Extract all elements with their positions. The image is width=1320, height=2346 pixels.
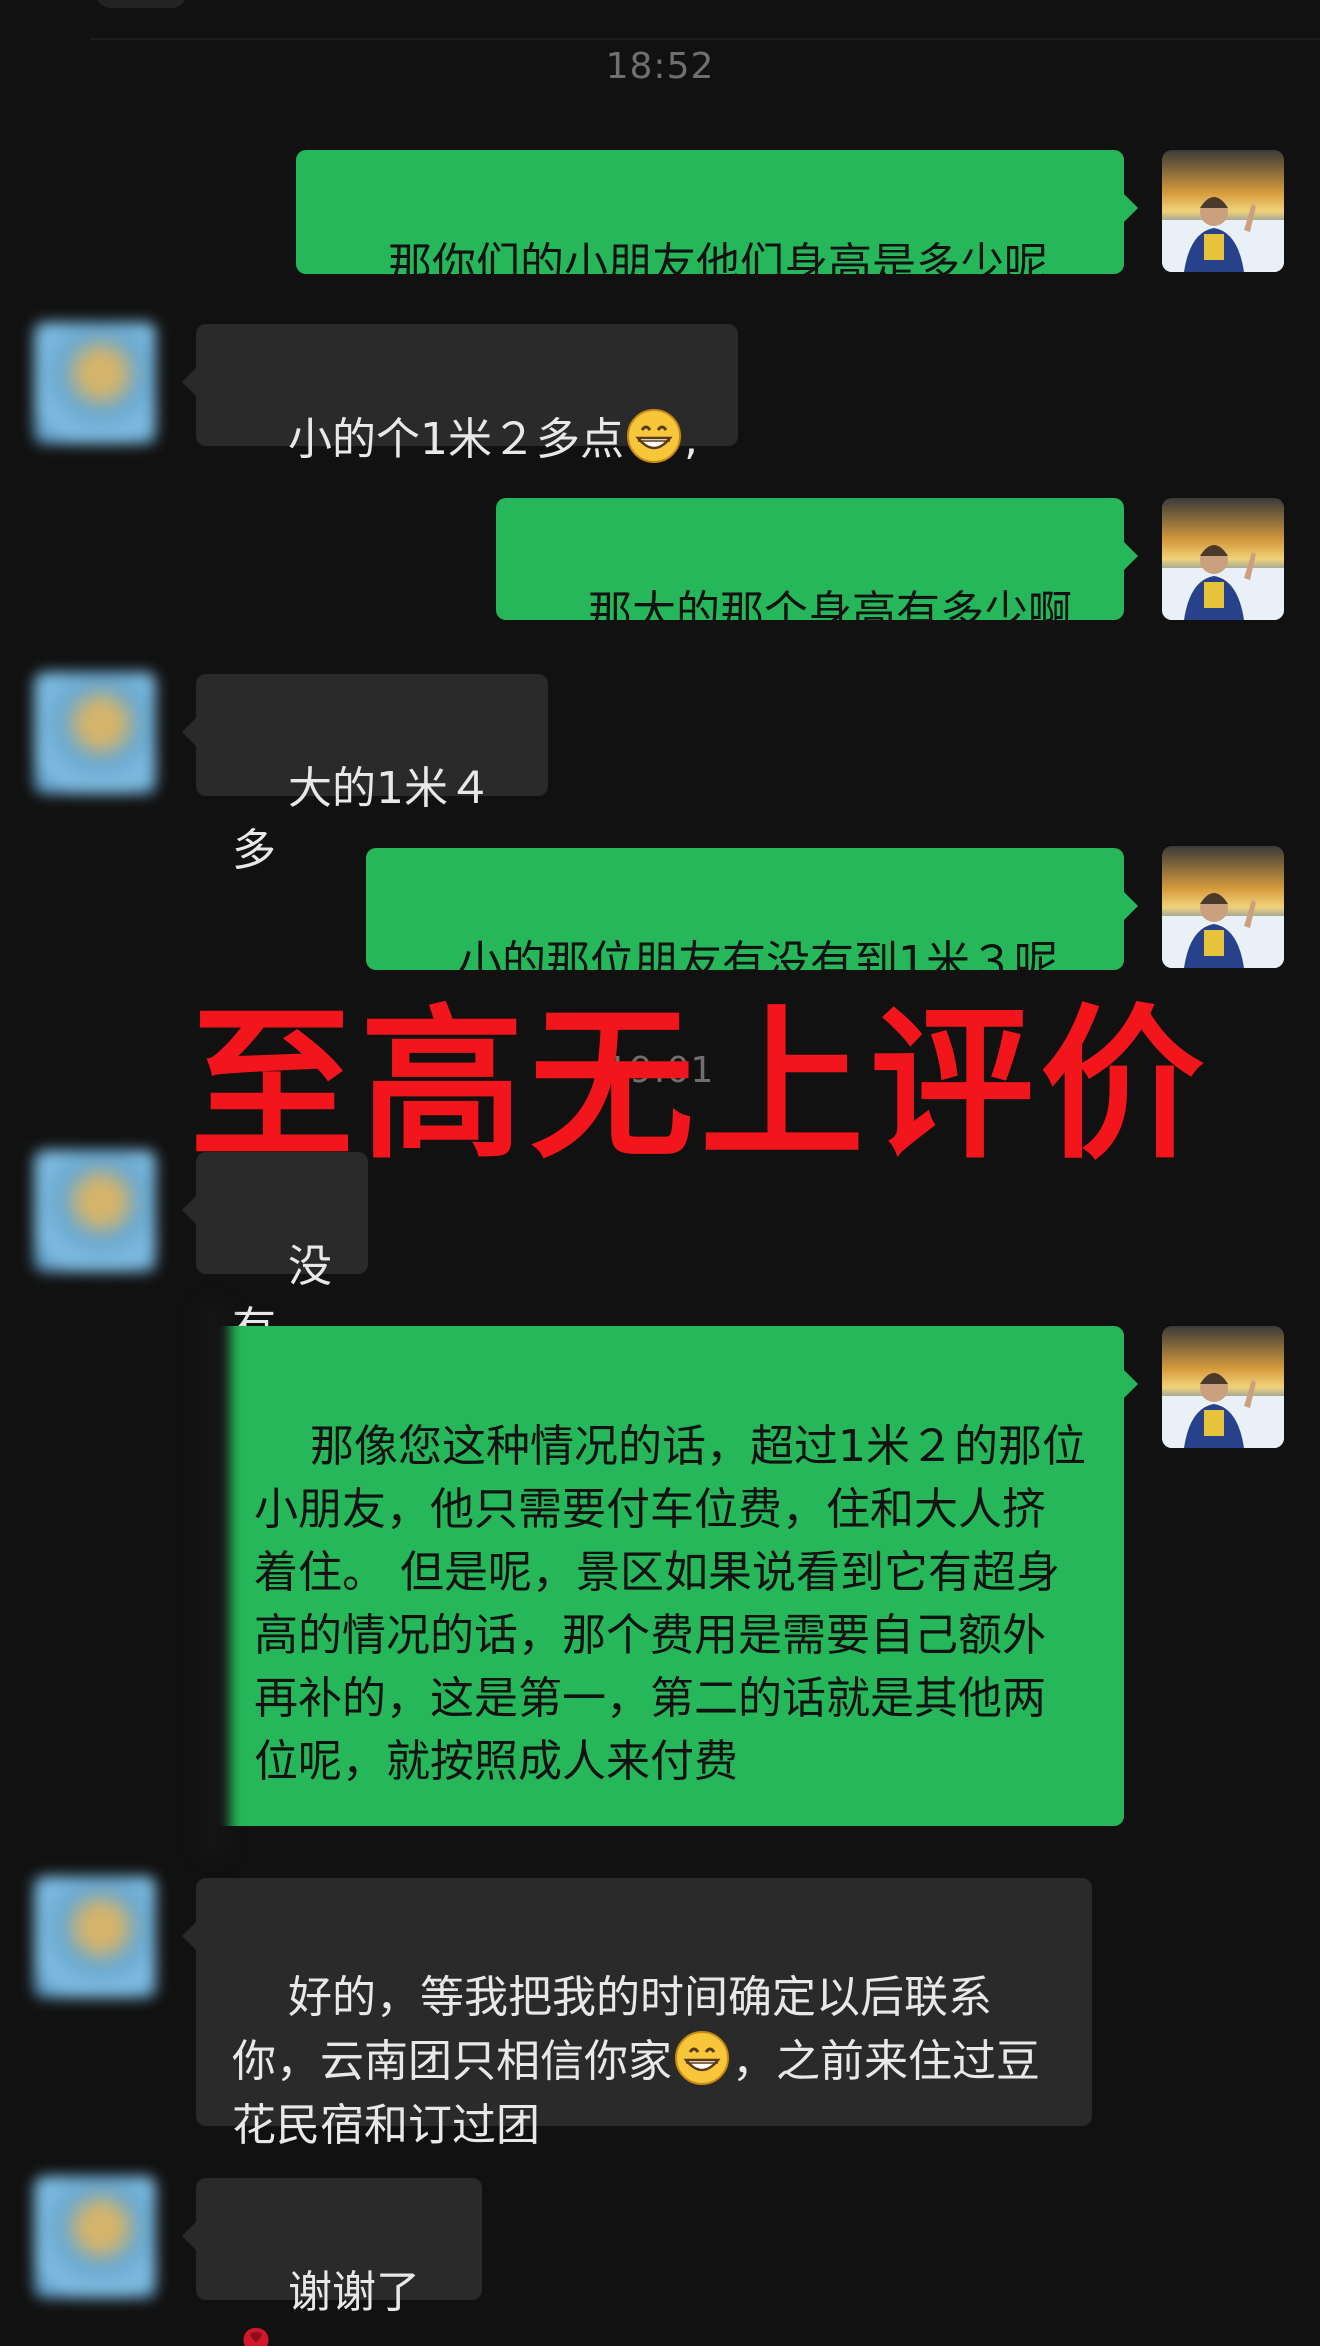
grinning-face-emoji-icon — [675, 2031, 729, 2085]
self-avatar[interactable] — [1162, 150, 1284, 272]
message-bubble-sent[interactable]: 那你们的小朋友他们身高是多少呢 — [296, 150, 1138, 290]
contact-avatar[interactable] — [34, 322, 156, 444]
message-bubble-received[interactable]: 谢谢了 — [182, 2178, 482, 2346]
timestamp: 18:52 — [605, 46, 715, 87]
contact-avatar[interactable] — [34, 1150, 156, 1272]
grinning-face-emoji-icon — [626, 409, 681, 463]
contact-avatar[interactable] — [34, 2176, 156, 2298]
divider — [90, 38, 1320, 40]
self-avatar[interactable] — [1162, 846, 1284, 968]
message-bubble-received[interactable]: 小的个1米２多点 , — [182, 324, 738, 465]
self-avatar[interactable] — [1162, 1326, 1284, 1448]
message-bubble-received[interactable]: 好的，等我把我的时间确定以后联系你，云南团只相信你家 ，之前来住过豆花民宿和订过… — [182, 1878, 1092, 2151]
rose-emoji-icon — [243, 2328, 269, 2346]
message-bubble-sent[interactable]: 小的那位朋友有没有到1米３呢 — [366, 848, 1138, 988]
self-avatar[interactable] — [1162, 498, 1284, 620]
avatar-photo-icon — [1162, 498, 1284, 620]
message-text: 小的个1米２多点 — [287, 414, 624, 465]
message-bubble-sent[interactable]: 那大的那个身高有多少啊 — [496, 498, 1138, 638]
message-suffix: , — [683, 414, 698, 465]
message-text: 小的那位朋友有没有到1米３呢 — [457, 937, 1058, 988]
message-bubble-sent[interactable]: 那像您这种情况的话，超过1米２的那位小朋友，他只需要付车位费，住和大人挤着住。 … — [216, 1326, 1138, 1826]
avatar-photo-icon — [1162, 150, 1284, 272]
chat-screen: 18:52 那你们的小朋友他们身高是多少呢 小的个1米２多点 , 那大的那个身高… — [0, 0, 1320, 2346]
overlay-caption: 至高无上评价 — [190, 990, 1211, 1181]
blur-edge — [196, 1300, 230, 1860]
contact-avatar[interactable] — [34, 1876, 156, 1998]
avatar-photo-icon — [1162, 846, 1284, 968]
message-text: 谢谢了 — [287, 2267, 420, 2318]
message-text: 那像您这种情况的话，超过1米２的那位小朋友，他只需要付车位费，住和大人挤着住。 … — [254, 1421, 1086, 1787]
contact-avatar[interactable] — [34, 672, 156, 794]
message-text: 那大的那个身高有多少啊 — [587, 587, 1072, 638]
previous-bubble-stub — [96, 0, 186, 8]
message-text: 那你们的小朋友他们身高是多少呢 — [387, 239, 1048, 290]
avatar-photo-icon — [1162, 1326, 1284, 1448]
message-bubble-received[interactable]: 大的1米４多 — [182, 674, 548, 876]
